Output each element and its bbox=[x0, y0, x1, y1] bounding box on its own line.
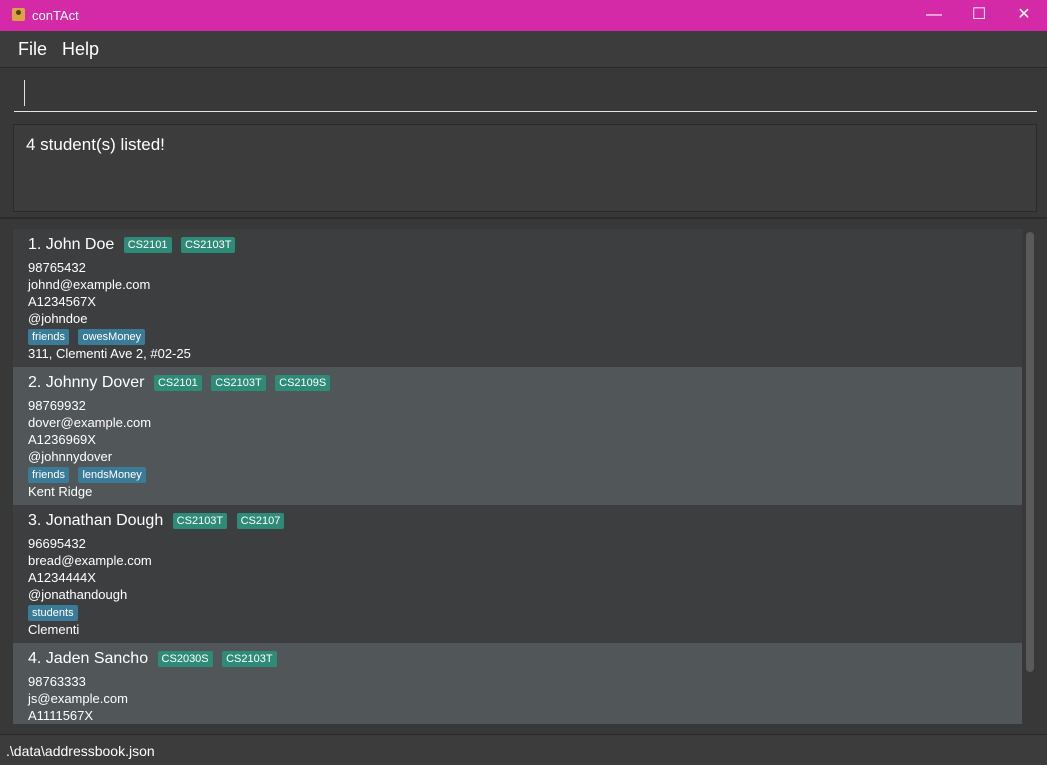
student-name: 3. Jonathan Dough bbox=[28, 512, 164, 529]
student-address: 311, Clementi Ave 2, #02-25 bbox=[28, 346, 191, 361]
menu-bar: File Help bbox=[0, 31, 1047, 68]
module-tag: CS2103T bbox=[180, 237, 236, 253]
name-row: 1. John Doe CS2101 CS2103T bbox=[28, 236, 236, 256]
module-tag: CS2107 bbox=[236, 513, 285, 529]
student-email: johnd@example.com bbox=[28, 277, 151, 292]
tag: students bbox=[28, 604, 78, 621]
student-list[interactable]: 1. John Doe CS2101 CS2103T 98765432 john… bbox=[13, 229, 1022, 724]
close-button[interactable]: ✕ bbox=[1001, 0, 1047, 31]
command-input[interactable] bbox=[14, 74, 1037, 112]
student-telegram: @johndoe bbox=[28, 311, 88, 326]
student-phone: 98765432 bbox=[28, 260, 86, 275]
module-tag: CS2103T bbox=[172, 513, 228, 529]
tag: friends bbox=[28, 328, 70, 345]
student-card[interactable]: 3. Jonathan Dough CS2103T CS2107 9669543… bbox=[13, 505, 1022, 643]
student-card[interactable]: 1. John Doe CS2101 CS2103T 98765432 john… bbox=[13, 229, 1022, 367]
data-file-path: .\data\addressbook.json bbox=[6, 743, 155, 759]
tag: owesMoney bbox=[78, 328, 146, 345]
student-telegram: @jonathandough bbox=[28, 587, 128, 602]
menu-file[interactable]: File bbox=[18, 39, 47, 60]
tag: lendsMoney bbox=[78, 466, 146, 483]
result-display[interactable]: 4 student(s) listed! bbox=[13, 124, 1037, 212]
tags-row: friends owesMoney bbox=[28, 328, 146, 346]
name-row: 4. Jaden Sancho CS2030S CS2103T bbox=[28, 650, 277, 670]
name-row: 3. Jonathan Dough CS2103T CS2107 bbox=[28, 512, 285, 532]
student-address: Kent Ridge bbox=[28, 484, 93, 499]
maximize-button[interactable]: ☐ bbox=[956, 0, 1002, 31]
module-tag: CS2103T bbox=[222, 651, 277, 667]
student-matric: A1236969X bbox=[28, 432, 96, 447]
student-list-panel: 1. John Doe CS2101 CS2103T 98765432 john… bbox=[0, 219, 1047, 734]
student-telegram: @johnnydover bbox=[28, 449, 113, 464]
command-box-area bbox=[0, 68, 1047, 118]
student-email: js@example.com bbox=[28, 691, 128, 706]
student-phone: 98763333 bbox=[28, 674, 86, 689]
module-tag: CS2101 bbox=[123, 237, 172, 253]
list-scrollbar[interactable] bbox=[1026, 232, 1034, 672]
title-bar: conTAct — ☐ ✕ bbox=[0, 0, 1047, 31]
module-tag: CS2103T bbox=[211, 375, 266, 391]
student-name: 4. Jaden Sancho bbox=[28, 650, 149, 667]
student-name: 2. Johnny Dover bbox=[28, 374, 145, 391]
student-card[interactable]: 4. Jaden Sancho CS2030S CS2103T 98763333… bbox=[13, 643, 1022, 724]
student-card[interactable]: 2. Johnny Dover CS2101 CS2103T CS2109S 9… bbox=[13, 367, 1022, 505]
module-tag: CS2101 bbox=[153, 375, 202, 391]
minimize-button[interactable]: — bbox=[911, 0, 957, 31]
student-name: 1. John Doe bbox=[28, 236, 115, 253]
status-bar: .\data\addressbook.json bbox=[0, 734, 1047, 765]
result-display-area: 4 student(s) listed! bbox=[0, 118, 1047, 218]
text-caret bbox=[24, 80, 25, 106]
student-phone: 96695432 bbox=[28, 536, 86, 551]
student-email: dover@example.com bbox=[28, 415, 152, 430]
student-matric: A1234567X bbox=[28, 294, 96, 309]
student-matric: A1111567X bbox=[28, 708, 94, 723]
student-email: bread@example.com bbox=[28, 553, 152, 568]
student-matric: A1234444X bbox=[28, 570, 96, 585]
app-icon bbox=[12, 8, 25, 21]
module-tag: CS2030S bbox=[157, 651, 213, 667]
student-phone: 98769932 bbox=[28, 398, 86, 413]
tags-row: friends lendsMoney bbox=[28, 466, 146, 484]
tags-row: students bbox=[28, 604, 78, 622]
name-row: 2. Johnny Dover CS2101 CS2103T CS2109S bbox=[28, 374, 331, 394]
window-title: conTAct bbox=[32, 8, 79, 23]
module-tag: CS2109S bbox=[275, 375, 331, 391]
menu-help[interactable]: Help bbox=[62, 39, 99, 60]
student-address: Clementi bbox=[28, 622, 80, 637]
result-message: 4 student(s) listed! bbox=[26, 135, 165, 154]
tag: friends bbox=[28, 466, 70, 483]
